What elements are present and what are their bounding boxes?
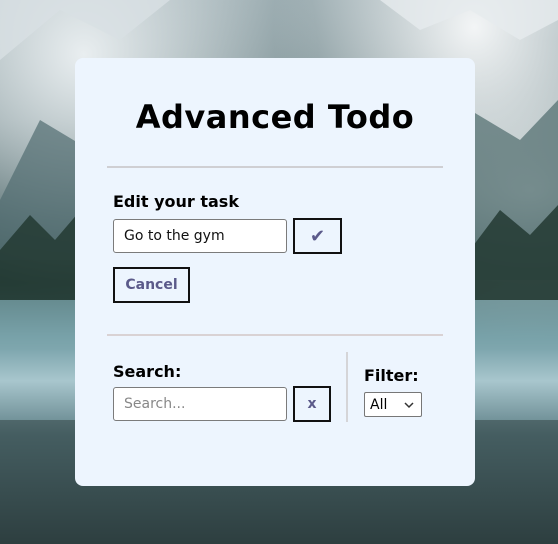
search-label: Search: <box>113 362 182 381</box>
vertical-divider <box>346 352 348 422</box>
chevron-down-icon <box>404 402 414 409</box>
filter-label: Filter: <box>364 366 419 385</box>
cancel-button[interactable]: Cancel <box>113 267 190 303</box>
divider-middle <box>107 334 443 336</box>
clear-search-button[interactable]: x <box>293 386 331 422</box>
todo-card: Advanced Todo Edit your task ✔ Cancel Se… <box>75 58 475 486</box>
checkmark-icon: ✔ <box>309 225 326 247</box>
divider-top <box>107 166 443 168</box>
edit-task-label: Edit your task <box>113 192 239 211</box>
page-title: Advanced Todo <box>135 98 415 136</box>
filter-selected-value: All <box>370 396 388 413</box>
confirm-edit-button[interactable]: ✔ <box>293 218 342 254</box>
edit-task-input[interactable] <box>113 219 287 253</box>
search-input[interactable] <box>113 387 287 421</box>
filter-select[interactable]: All <box>364 392 422 417</box>
